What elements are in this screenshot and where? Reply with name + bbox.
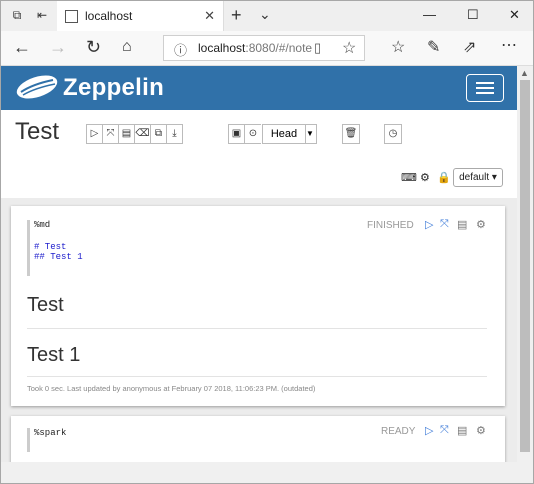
interpreter-binding-dropdown[interactable]: default ▾ <box>453 168 503 187</box>
output-heading-2: Test 1 <box>27 344 81 366</box>
home-icon[interactable]: ⌂ <box>122 38 132 56</box>
export-note-icon[interactable]: ⤓ <box>166 124 183 144</box>
tab-actions-icon[interactable]: ⧉ <box>9 8 25 22</box>
paragraph-editor[interactable]: %md # Test ## Test 1 <box>27 220 334 276</box>
back-arrow-icon[interactable]: ← <box>13 37 31 58</box>
run-paragraph-icon[interactable]: ▷ <box>425 424 433 437</box>
version-control-icon[interactable]: ▣ <box>228 124 244 144</box>
code-line: %md <box>34 220 51 230</box>
paragraph-md[interactable]: %md # Test ## Test 1 FINISHED ▷ ⤧ ▤ ⚙ Te… <box>11 206 505 406</box>
run-paragraph-icon[interactable]: ▷ <box>425 218 433 231</box>
close-tab-icon[interactable]: ✕ <box>204 8 215 24</box>
show-output-icon[interactable]: ▤ <box>457 218 467 231</box>
heading-divider <box>27 376 487 377</box>
url-text: localhost:8080/#/note <box>198 41 312 55</box>
hide-editor-icon[interactable]: ⤧ <box>440 218 449 231</box>
page-icon <box>65 10 78 23</box>
new-tab-button[interactable]: + <box>231 5 242 26</box>
browser-tab[interactable]: localhost ✕ <box>57 1 224 31</box>
address-bar-row: ← → ↻ ⌂ ⓘ localhost:8080/#/note ▯ ☆ ☆ ✎ … <box>1 31 533 66</box>
keyboard-shortcuts-icon[interactable]: ⌨ <box>401 171 417 184</box>
refresh-icon[interactable]: ↻ <box>86 37 101 58</box>
url-path: :8080/#/note <box>245 41 313 55</box>
paragraph-spark[interactable]: %spark READY ▷ ⤧ ▤ ⚙ <box>11 416 505 466</box>
paragraph-footer: Took 0 sec. Last updated by anonymous at… <box>27 384 316 393</box>
paragraph-settings-gear-icon[interactable]: ⚙ <box>476 218 486 231</box>
menu-bar-icon <box>476 87 494 89</box>
url-host: localhost <box>198 41 246 55</box>
commit-icon[interactable]: ⊙ <box>244 124 261 144</box>
schedule-clock-icon[interactable]: ◷ <box>384 124 402 144</box>
browser-window: ⧉ ⇤ localhost ✕ + ⌄ — ☐ ✕ ← → ↻ ⌂ ⓘ loca… <box>0 0 534 484</box>
notebook-content: %md # Test ## Test 1 FINISHED ▷ ⤧ ▤ ⚙ Te… <box>1 198 517 466</box>
output-heading-1: Test <box>27 294 64 316</box>
close-window-button[interactable]: ✕ <box>509 7 520 23</box>
forward-arrow-icon[interactable]: → <box>49 37 67 58</box>
heading-divider <box>27 328 487 329</box>
share-icon[interactable]: ⇗ <box>463 37 476 57</box>
clear-output-icon[interactable]: ⌫ <box>134 124 150 144</box>
permissions-lock-icon[interactable]: 🔒 <box>437 171 451 184</box>
show-hide-output-icon[interactable]: ▤ <box>118 124 134 144</box>
favorite-star-icon[interactable]: ☆ <box>342 38 356 58</box>
paragraph-status: FINISHED <box>367 220 414 231</box>
revision-dropdown-caret-icon[interactable]: ▼ <box>304 124 317 144</box>
trash-icon[interactable]: 🗑 <box>342 124 360 144</box>
favorites-hub-icon[interactable]: ☆ <box>391 37 405 57</box>
clone-note-icon[interactable]: ⧉ <box>150 124 166 144</box>
horizontal-scroll-area <box>1 462 533 483</box>
set-tabs-aside-icon[interactable]: ⇤ <box>34 8 50 22</box>
reading-view-icon[interactable]: ▯ <box>314 40 321 56</box>
url-field[interactable]: ⓘ localhost:8080/#/note ▯ ☆ <box>163 35 365 61</box>
info-icon[interactable]: ⓘ <box>174 40 187 59</box>
maximize-button[interactable]: ☐ <box>467 7 479 23</box>
note-title[interactable]: Test <box>15 118 59 146</box>
title-bar: ⧉ ⇤ localhost ✕ + ⌄ — ☐ ✕ <box>1 1 533 31</box>
paragraph-settings-gear-icon[interactable]: ⚙ <box>476 424 486 437</box>
interpreter-settings-gear-icon[interactable]: ⚙ <box>420 171 430 184</box>
run-all-icon[interactable]: ▷ <box>86 124 102 144</box>
more-menu-icon[interactable]: ⋯ <box>501 35 517 55</box>
code-line: ## Test 1 <box>34 252 83 262</box>
web-note-pen-icon[interactable]: ✎ <box>427 37 440 57</box>
paragraph-status: READY <box>381 426 416 437</box>
menu-toggle-button[interactable] <box>466 74 504 102</box>
head-revision-button[interactable]: Head <box>262 124 306 144</box>
note-action-bar: Test ▷ ⤧ ▤ ⌫ ⧉ ⤓ ▣ ⊙ Head ▼ 🗑 ◷ <box>1 110 517 198</box>
minimize-button[interactable]: — <box>423 7 436 22</box>
scrollbar-thumb[interactable] <box>520 80 530 452</box>
paragraph-editor[interactable]: %spark <box>27 428 334 452</box>
menu-bar-icon <box>476 82 494 84</box>
scroll-up-arrow-icon[interactable]: ▲ <box>520 68 529 78</box>
app-title[interactable]: Zeppelin <box>63 74 164 102</box>
show-hide-code-icon[interactable]: ⤧ <box>102 124 118 144</box>
show-output-icon[interactable]: ▤ <box>457 424 467 437</box>
vertical-scrollbar[interactable]: ▲ <box>517 66 533 462</box>
tab-list-chevron-icon[interactable]: ⌄ <box>259 6 271 23</box>
zeppelin-logo-icon <box>16 75 58 99</box>
code-line: # Test <box>34 242 67 252</box>
zeppelin-navbar: Zeppelin <box>1 66 517 110</box>
hide-editor-icon[interactable]: ⤧ <box>440 424 449 437</box>
tab-title: localhost <box>85 9 133 23</box>
menu-bar-icon <box>476 92 494 94</box>
code-line: %spark <box>34 428 67 438</box>
